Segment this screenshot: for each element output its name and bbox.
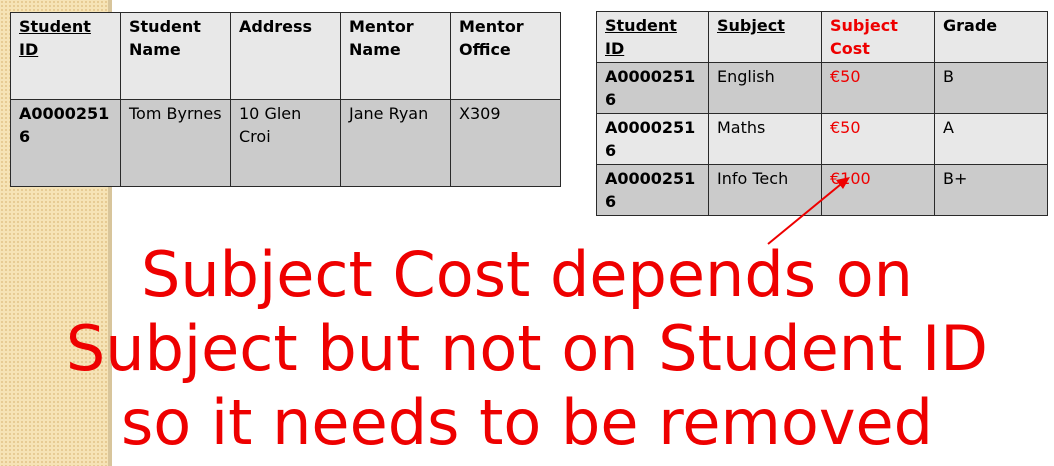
- cell-grade: B: [934, 62, 1048, 114]
- header-student-id: Student ID: [10, 12, 121, 100]
- cell-student-name: Tom Byrnes: [120, 99, 231, 187]
- cell-student-id: A00002516: [596, 62, 709, 114]
- cell-mentor-name: Jane Ryan: [340, 99, 451, 187]
- caption-line-1: Subject Cost depends on: [141, 238, 913, 311]
- explanation-caption: Subject Cost depends on Subject but not …: [0, 238, 1054, 460]
- header-subject: Subject: [708, 11, 822, 63]
- cell-grade: B+: [934, 164, 1048, 216]
- table-row: A00002516 Info Tech €100 B+: [596, 164, 1048, 216]
- cell-subject-cost: €100: [821, 164, 935, 216]
- caption-line-2: Subject but not on Student ID: [65, 312, 989, 385]
- cell-mentor-office: X309: [450, 99, 561, 187]
- cell-subject: Info Tech: [708, 164, 822, 216]
- header-student-id: Student ID: [596, 11, 709, 63]
- cell-grade: A: [934, 113, 1048, 165]
- table-row: A00002516 Maths €50 A: [596, 113, 1048, 165]
- cell-subject-cost: €50: [821, 113, 935, 165]
- header-subject-cost: Subject Cost: [821, 11, 935, 63]
- subject-table: Student ID Subject Subject Cost Grade A0…: [596, 11, 1048, 216]
- header-address: Address: [230, 12, 341, 100]
- student-table: Student ID Student Name Address Mentor N…: [10, 12, 561, 187]
- header-student-name: Student Name: [120, 12, 231, 100]
- cell-subject: English: [708, 62, 822, 114]
- cell-address: 10 Glen Croi: [230, 99, 341, 187]
- header-mentor-name: Mentor Name: [340, 12, 451, 100]
- cell-student-id: A00002516: [596, 164, 709, 216]
- table-row: A00002516 Tom Byrnes 10 Glen Croi Jane R…: [10, 99, 561, 187]
- student-table-header-row: Student ID Student Name Address Mentor N…: [10, 12, 561, 100]
- cell-subject: Maths: [708, 113, 822, 165]
- subject-table-header-row: Student ID Subject Subject Cost Grade: [596, 11, 1048, 63]
- cell-student-id: A00002516: [596, 113, 709, 165]
- header-grade: Grade: [934, 11, 1048, 63]
- caption-line-3: so it needs to be removed: [120, 386, 934, 459]
- header-mentor-office: Mentor Office: [450, 12, 561, 100]
- cell-student-id: A00002516: [10, 99, 121, 187]
- cell-subject-cost: €50: [821, 62, 935, 114]
- table-row: A00002516 English €50 B: [596, 62, 1048, 114]
